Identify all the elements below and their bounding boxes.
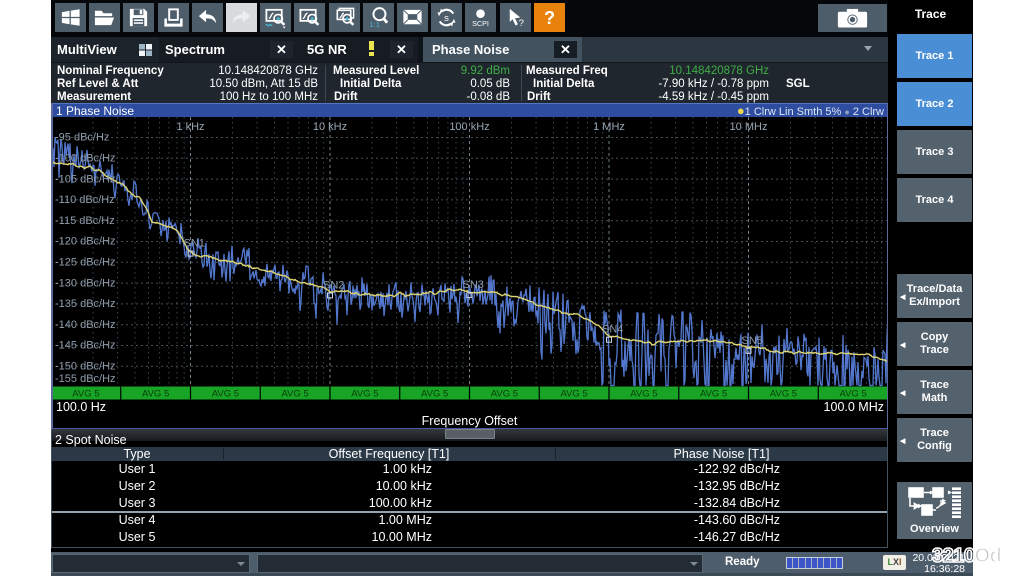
- svg-text:-130 dBc/Hz: -130 dBc/Hz: [55, 277, 116, 289]
- svg-text:-120 dBc/Hz: -120 dBc/Hz: [55, 236, 116, 248]
- svg-text:AVG 5: AVG 5: [839, 389, 866, 400]
- svg-text:AVG 5: AVG 5: [72, 389, 99, 400]
- svg-text:s: s: [444, 13, 449, 24]
- svg-text:?: ?: [518, 18, 523, 29]
- svg-text:SN1: SN1: [184, 238, 205, 250]
- svg-text:-95 dBc/Hz: -95 dBc/Hz: [55, 132, 109, 144]
- svg-text:AVG 5: AVG 5: [421, 389, 448, 400]
- svg-text:AVG 5: AVG 5: [212, 389, 239, 400]
- svg-text:1:1: 1:1: [369, 20, 380, 29]
- svg-text:10 kHz: 10 kHz: [313, 121, 347, 133]
- svg-text:AVG 5: AVG 5: [700, 389, 727, 400]
- svg-text:-135 dBc/Hz: -135 dBc/Hz: [55, 298, 116, 310]
- svg-text:-110 dBc/Hz: -110 dBc/Hz: [55, 194, 115, 206]
- svg-text:AVG 5: AVG 5: [351, 389, 378, 400]
- svg-text:-140 dBc/Hz: -140 dBc/Hz: [55, 319, 116, 331]
- svg-text:AVG 5: AVG 5: [142, 389, 169, 400]
- svg-text:AVG 5: AVG 5: [560, 389, 587, 400]
- svg-text:100 kHz: 100 kHz: [449, 121, 489, 133]
- svg-text:AVG 5: AVG 5: [491, 389, 518, 400]
- svg-text:AVG 5: AVG 5: [281, 389, 308, 400]
- svg-text:SN4: SN4: [602, 324, 623, 336]
- svg-text:-155 dBc/Hz: -155 dBc/Hz: [55, 373, 116, 385]
- svg-text:1 kHz: 1 kHz: [176, 121, 204, 133]
- svg-text:-100 dBc/Hz: -100 dBc/Hz: [55, 153, 116, 165]
- svg-text:1 MHz: 1 MHz: [593, 121, 625, 133]
- svg-text:SCPI: SCPI: [473, 20, 490, 28]
- svg-text:AVG 5: AVG 5: [770, 389, 797, 400]
- svg-text:-115 dBc/Hz: -115 dBc/Hz: [55, 215, 115, 227]
- svg-text:10 MHz: 10 MHz: [730, 121, 768, 133]
- svg-text:SN3: SN3: [463, 279, 484, 291]
- svg-text:-145 dBc/Hz: -145 dBc/Hz: [55, 340, 116, 352]
- svg-text:-150 dBc/Hz: -150 dBc/Hz: [55, 361, 116, 373]
- svg-text:SN5: SN5: [742, 335, 763, 347]
- svg-text:AVG 5: AVG 5: [630, 389, 657, 400]
- svg-text:SN2: SN2: [323, 279, 344, 291]
- svg-text:-105 dBc/Hz: -105 dBc/Hz: [55, 173, 116, 185]
- svg-text:?: ?: [544, 8, 555, 28]
- svg-text:-125 dBc/Hz: -125 dBc/Hz: [55, 257, 116, 269]
